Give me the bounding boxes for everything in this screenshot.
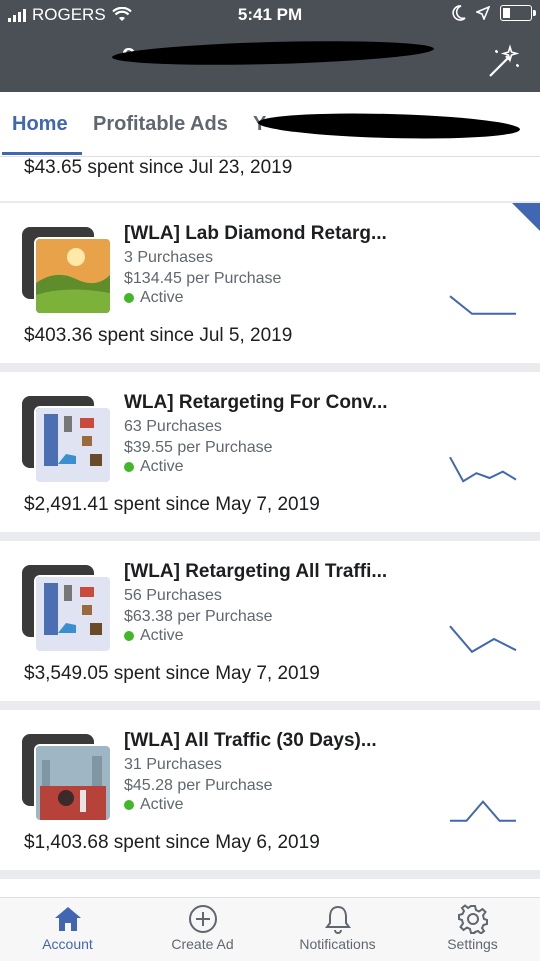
location-arrow-icon	[476, 6, 490, 20]
card-corner-marker	[512, 203, 540, 231]
campaign-title: WLA] Retargeting For Conv...	[124, 392, 388, 413]
purchase-count: 3 Purchases	[124, 249, 213, 266]
cost-per-purchase: $39.55 per Purchase	[124, 439, 273, 456]
cost-per-purchase: $63.38 per Purchase	[124, 608, 273, 625]
home-icon	[54, 907, 81, 931]
sparkline-path	[450, 800, 516, 822]
bottom-nav: Account Create Ad Notifications Settings	[0, 897, 540, 961]
campaign-card[interactable]: [WLA] Lab Diamond Retarg... 3 Purchases …	[0, 203, 540, 363]
sparkline-path	[449, 456, 517, 483]
active-tab-indicator	[2, 152, 82, 155]
gear-icon	[457, 904, 488, 934]
campaign-title: [WLA] Lab Diamond Retarg...	[124, 223, 387, 244]
amount-spent: $43.65 spent since Jul 23, 2019	[24, 157, 293, 178]
campaign-card[interactable]: [WLA] All Traffic (30 Days)... 31 Purcha…	[0, 710, 540, 870]
nav-label: Notifications	[299, 936, 376, 952]
nav-create-ad[interactable]: Create Ad	[135, 904, 270, 952]
active-dot-icon	[124, 293, 134, 303]
sparkline-path	[449, 625, 517, 654]
status-label: Active	[140, 289, 184, 306]
magic-wand-icon[interactable]	[486, 44, 522, 80]
amount-spent: $403.36 spent since Jul 5, 2019	[24, 325, 293, 346]
campaign-title: [WLA] All Traffic (30 Days)...	[124, 730, 377, 751]
status-bar: ROGERS 5:41 PM	[0, 0, 540, 30]
status-indicator: Active	[124, 796, 184, 814]
amount-spent: $1,403.68 spent since May 6, 2019	[24, 832, 320, 853]
trend-sparkline	[449, 295, 516, 315]
ad-thumbnail	[34, 406, 112, 484]
status-indicator: Active	[124, 458, 184, 476]
amount-spent: $2,491.41 spent since May 7, 2019	[24, 494, 320, 515]
status-label: Active	[140, 458, 184, 475]
tab-bar: Home Profitable Ads Y	[0, 92, 540, 157]
tab-home[interactable]: Home	[12, 113, 68, 136]
active-dot-icon	[124, 631, 134, 641]
nav-account[interactable]: Account	[0, 904, 135, 952]
nav-settings[interactable]: Settings	[405, 904, 540, 952]
nav-label: Create Ad	[171, 936, 234, 952]
status-label: Active	[140, 796, 184, 813]
moon-icon	[452, 5, 466, 21]
purchase-count: 63 Purchases	[124, 418, 222, 435]
nav-label: Account	[42, 936, 93, 952]
tab-profitable-ads[interactable]: Profitable Ads	[93, 113, 228, 136]
campaign-card[interactable]: [WLA] Retargeting All Traffi... 56 Purch…	[0, 541, 540, 701]
active-dot-icon	[124, 462, 134, 472]
ad-thumbnail	[34, 237, 112, 315]
campaign-title: [WLA] Retargeting All Traffi...	[124, 561, 388, 582]
trend-sparkline	[449, 456, 517, 483]
bell-icon	[324, 905, 351, 934]
status-label: Active	[140, 627, 184, 644]
redaction-mark	[111, 37, 435, 69]
nav-label: Settings	[447, 936, 498, 952]
trend-sparkline	[450, 800, 516, 822]
battery-icon	[500, 5, 536, 21]
campaign-card[interactable]: WLA] Retargeting For Conv... 63 Purchase…	[0, 372, 540, 532]
status-indicator: Active	[124, 627, 184, 645]
campaign-card-partial[interactable]: $43.65 spent since Jul 23, 2019	[0, 157, 540, 201]
amount-spent: $3,549.05 spent since May 7, 2019	[24, 663, 320, 684]
ad-thumbnail	[34, 575, 112, 653]
active-dot-icon	[124, 800, 134, 810]
ad-thumbnail	[34, 744, 112, 822]
cost-per-purchase: $134.45 per Purchase	[124, 270, 282, 287]
purchase-count: 31 Purchases	[124, 756, 222, 773]
purchase-count: 56 Purchases	[124, 587, 222, 604]
nav-notifications[interactable]: Notifications	[270, 904, 405, 952]
campaign-list[interactable]: $43.65 spent since Jul 23, 2019 [WLA] La…	[0, 157, 540, 897]
sparkline-path	[449, 295, 516, 315]
redaction-mark	[257, 110, 521, 142]
trend-sparkline	[449, 625, 517, 654]
campaign-card-partial[interactable]	[0, 879, 540, 897]
cost-per-purchase: $45.28 per Purchase	[124, 777, 273, 794]
status-indicator: Active	[124, 289, 184, 307]
app-header: ROGERS 5:41 PM o	[0, 0, 540, 92]
plus-circle-icon	[188, 905, 217, 933]
